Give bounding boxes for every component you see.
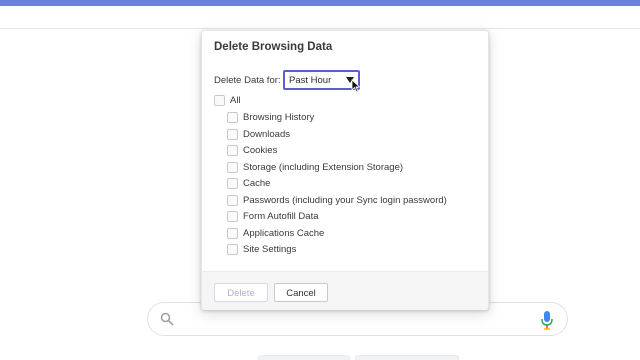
period-select-value: Past Hour [289,75,332,86]
delete-button[interactable]: Delete [214,283,268,302]
checkbox-item[interactable] [227,211,238,222]
page-button-left[interactable] [258,355,350,360]
page-button-right[interactable] [355,355,459,360]
checkbox-item[interactable] [227,244,238,255]
checkbox-item-label: Browsing History [243,112,315,123]
browser-toolbar [0,6,640,29]
period-select[interactable]: Past Hour [283,70,360,90]
delete-browsing-data-dialog: Delete Browsing Data Delete Data for: Pa… [201,30,489,310]
checkbox-all[interactable] [214,95,225,106]
period-label: Delete Data for: [214,75,281,86]
dialog-title: Delete Browsing Data [214,41,333,53]
checkbox-item[interactable] [227,227,238,239]
checkbox-item[interactable] [227,194,238,206]
mouse-cursor-icon [351,79,361,93]
checkbox-item[interactable] [227,178,238,189]
checkbox-all-label: All [230,95,241,106]
checkbox-item-label: Storage (including Extension Storage) [243,161,404,173]
checkbox-item[interactable] [227,112,238,123]
checkbox-item-label: Applications Cache [243,227,325,239]
checkbox-item-label: Downloads [243,128,290,140]
cancel-button[interactable]: Cancel [274,283,328,302]
checkbox-item[interactable] [227,128,238,140]
checkbox-item-label: Site Settings [243,244,297,255]
mic-icon[interactable] [540,310,554,330]
checkbox-item[interactable] [227,145,238,156]
checkbox-item-label: Passwords (including your Sync login pas… [243,194,447,206]
dialog-footer: Delete Cancel [202,271,488,310]
browser-page: Delete Browsing Data Delete Data for: Pa… [0,0,640,360]
search-icon [160,312,174,326]
checkbox-item-label: Cache [243,178,271,189]
checkbox-item-label: Form Autofill Data [243,211,319,222]
checkbox-item[interactable] [227,161,238,173]
checkbox-item-label: Cookies [243,145,278,156]
